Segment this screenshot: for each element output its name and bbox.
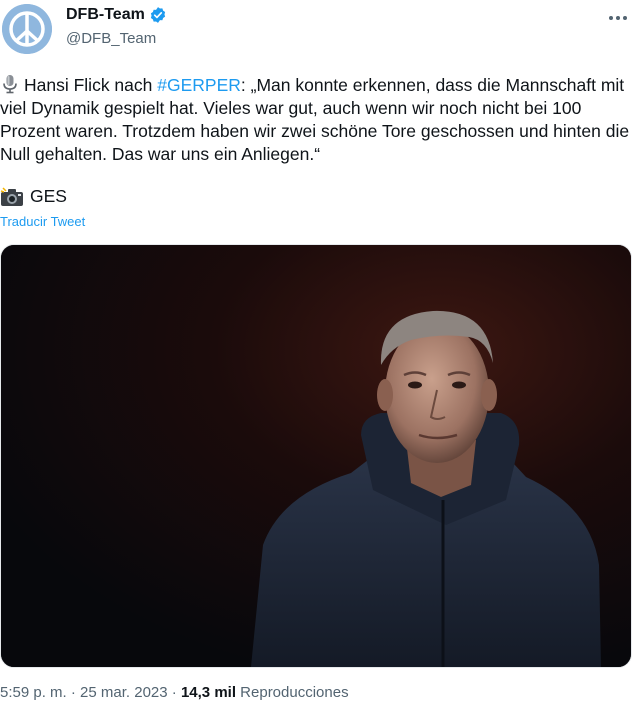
tweet-meta: 5:59 p. m. · 25 mar. 2023 · 14,3 mil Rep… <box>0 684 349 701</box>
avatar[interactable] <box>2 4 52 54</box>
verified-badge-icon <box>150 7 165 23</box>
tweet-text: Hansi Flick nach #GERPER: „Man konnte er… <box>0 74 632 166</box>
tweet: DFB-Team @DFB_Team Hansi Flick nach #GER… <box>0 0 640 718</box>
man-portrait-image <box>1 245 631 667</box>
microphone-icon <box>3 75 17 94</box>
tweet-photo[interactable] <box>0 244 632 668</box>
translate-tweet-link[interactable]: Traducir Tweet <box>0 214 85 229</box>
more-options-icon <box>609 16 627 20</box>
account-name-row[interactable]: DFB-Team <box>66 6 167 24</box>
camera-flash-icon <box>0 186 23 206</box>
meta-separator: · <box>171 684 177 701</box>
tweet-time[interactable]: 5:59 p. m. <box>0 684 67 701</box>
meta-separator: · <box>70 684 76 701</box>
tweet-text-intro: Hansi Flick nach <box>24 75 158 95</box>
display-name[interactable]: DFB-Team <box>66 6 145 24</box>
hashtag-link[interactable]: #GERPER <box>157 75 241 95</box>
photo-credit-text: GES <box>30 186 67 206</box>
handle[interactable]: @DFB_Team <box>66 30 156 47</box>
peace-sign-icon <box>2 4 52 54</box>
more-options-button[interactable] <box>604 6 632 30</box>
photo-credit: GES <box>0 186 67 207</box>
views-label: Reproducciones <box>240 684 349 701</box>
tweet-date[interactable]: 25 mar. 2023 <box>80 684 168 701</box>
views-count: 14,3 mil <box>180 684 236 701</box>
